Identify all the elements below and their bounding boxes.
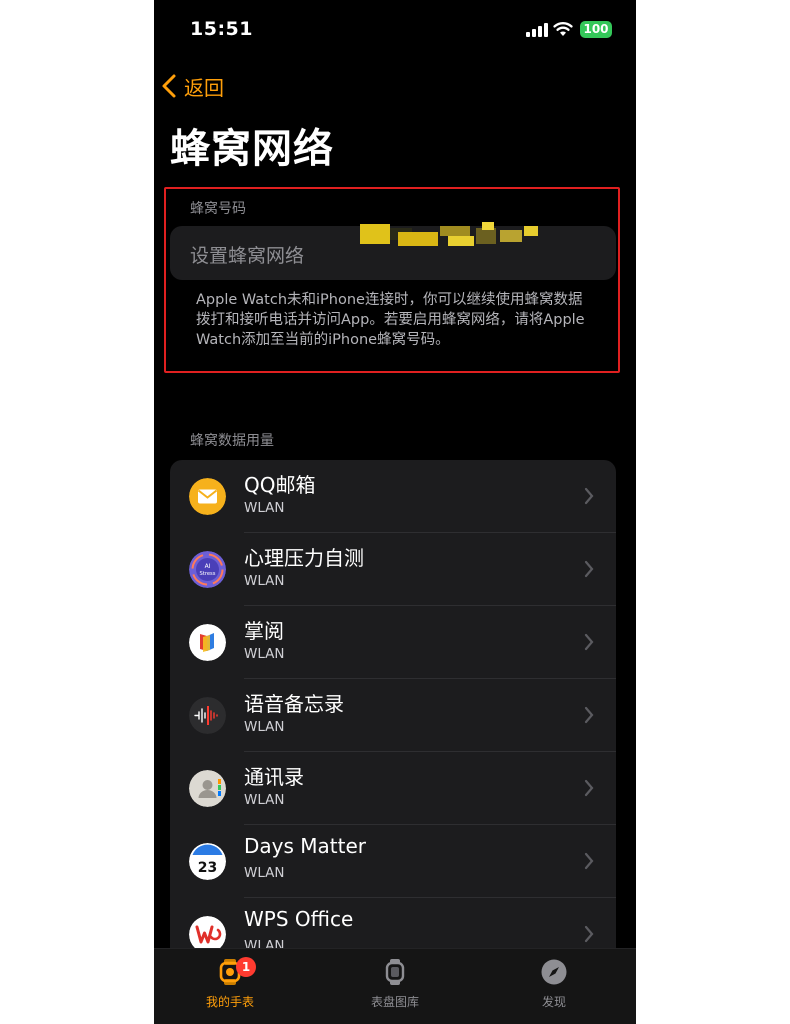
watch-face-gallery-icon bbox=[385, 959, 405, 985]
app-network: WLAN bbox=[244, 792, 285, 808]
chevron-right-icon bbox=[584, 779, 594, 797]
app-network: WLAN bbox=[244, 719, 285, 735]
app-row-contacts[interactable]: 通讯录 WLAN bbox=[170, 752, 616, 825]
back-button[interactable]: 返回 bbox=[160, 70, 224, 102]
chevron-right-icon bbox=[584, 487, 594, 505]
ai-stress-icon-line-2: Stress bbox=[200, 571, 216, 577]
annotation-highlight-box bbox=[164, 187, 620, 373]
phone-screen: 15:51 100 返回 蜂窝网络 蜂窝号码 设置蜂窝网络 Apple Watc… bbox=[154, 0, 636, 1024]
status-time: 15:51 bbox=[190, 18, 253, 40]
chevron-right-icon bbox=[584, 633, 594, 651]
back-label: 返回 bbox=[184, 75, 224, 100]
app-data-usage-list: QQ邮箱 WLAN AI Stress 心理压力自测 WLAN 掌阅 WLAN … bbox=[170, 460, 616, 980]
voice-memos-icon bbox=[189, 697, 226, 734]
page-title: 蜂窝网络 bbox=[170, 126, 334, 172]
tab-label: 发现 bbox=[541, 995, 566, 1009]
zhangyue-icon bbox=[189, 624, 226, 661]
ai-stress-icon-line-1: AI bbox=[205, 563, 211, 570]
tab-discover[interactable]: 发现 bbox=[494, 957, 614, 1017]
app-network: WLAN bbox=[244, 573, 285, 589]
app-row-zhangyue[interactable]: 掌阅 WLAN bbox=[170, 606, 616, 679]
app-row-days-matter[interactable]: 23 Days Matter WLAN bbox=[170, 825, 616, 898]
tab-bar: 1 我的手表 表盘图库 发现 bbox=[154, 948, 636, 1024]
app-row-qq-mail[interactable]: QQ邮箱 WLAN bbox=[170, 460, 616, 533]
app-name: 通讯录 bbox=[244, 765, 304, 789]
app-name: 掌阅 bbox=[244, 619, 284, 643]
app-row-stress-test[interactable]: AI Stress 心理压力自测 WLAN bbox=[170, 533, 616, 606]
tab-label: 表盘图库 bbox=[370, 995, 419, 1009]
app-name: WPS Office bbox=[244, 907, 354, 931]
app-network: WLAN bbox=[244, 865, 285, 881]
chevron-left-icon bbox=[162, 74, 176, 98]
chevron-right-icon bbox=[584, 852, 594, 870]
compass-icon bbox=[541, 959, 567, 985]
app-row-voice-memos[interactable]: 语音备忘录 WLAN bbox=[170, 679, 616, 752]
app-name: 语音备忘录 bbox=[244, 692, 344, 716]
ai-stress-icon: AI Stress bbox=[189, 551, 226, 588]
cellular-signal-icon bbox=[526, 23, 548, 37]
status-bar: 15:51 100 bbox=[154, 0, 636, 60]
tab-label: 我的手表 bbox=[205, 995, 254, 1009]
tab-face-gallery[interactable]: 表盘图库 bbox=[335, 957, 455, 1017]
chevron-right-icon bbox=[584, 560, 594, 578]
contacts-icon bbox=[189, 770, 226, 807]
app-network: WLAN bbox=[244, 646, 285, 662]
app-name: QQ邮箱 bbox=[244, 473, 316, 497]
chevron-right-icon bbox=[584, 706, 594, 724]
app-name: Days Matter bbox=[244, 834, 366, 858]
chevron-right-icon bbox=[584, 925, 594, 943]
battery-indicator: 100 bbox=[580, 21, 612, 38]
app-name: 心理压力自测 bbox=[244, 546, 364, 570]
tab-my-watch[interactable]: 1 我的手表 bbox=[170, 957, 290, 1017]
data-usage-section-label: 蜂窝数据用量 bbox=[190, 433, 274, 449]
app-network: WLAN bbox=[244, 500, 285, 516]
qq-mail-icon bbox=[189, 478, 226, 515]
wifi-icon bbox=[553, 22, 573, 36]
notification-badge: 1 bbox=[236, 957, 256, 977]
days-matter-icon: 23 bbox=[189, 843, 226, 880]
days-matter-icon-number: 23 bbox=[198, 860, 217, 876]
